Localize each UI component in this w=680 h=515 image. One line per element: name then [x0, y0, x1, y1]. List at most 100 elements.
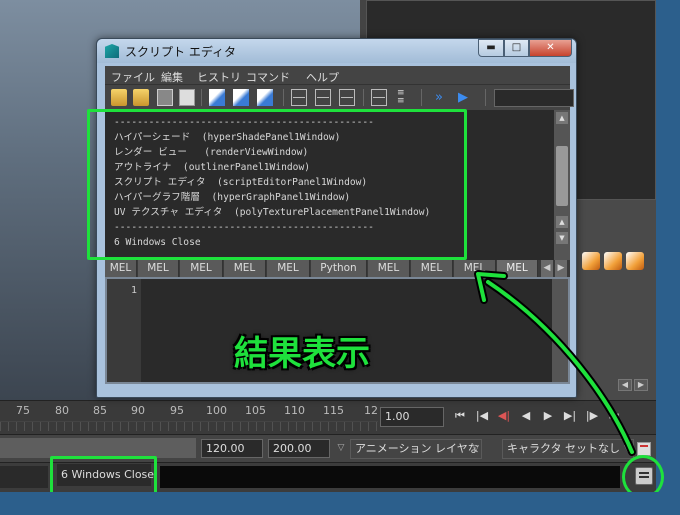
quick-help-field[interactable] [494, 89, 574, 107]
shelf-icons [582, 252, 644, 270]
show-history-icon[interactable] [291, 89, 307, 106]
shelf-tool-icon[interactable] [626, 252, 644, 270]
scroll-up-icon[interactable]: ▲ [556, 112, 568, 124]
step-back-frame-icon[interactable]: ◀| [496, 408, 512, 424]
menu-history[interactable]: ヒストリ [197, 69, 241, 85]
open-script-icon[interactable] [111, 89, 127, 106]
clear-history-icon[interactable] [209, 89, 225, 106]
toolbar-divider [421, 89, 422, 106]
save-script-shelf-icon[interactable] [179, 89, 195, 106]
timeline-tick: 105 [245, 404, 266, 417]
scroll-left-button[interactable]: ◀ [618, 379, 632, 391]
toolbar-divider [283, 89, 284, 106]
command-feedback [160, 466, 620, 488]
timeline-tick: 12 [364, 404, 378, 417]
timeline-tick: 75 [16, 404, 30, 417]
script-tab-bar: MEL MEL MEL MEL MEL Python MEL MEL MEL M… [105, 260, 570, 277]
show-input-icon[interactable] [315, 89, 331, 106]
menu-bar: ファイル 編集 ヒストリ コマンド ヘルプ [105, 66, 570, 84]
go-to-start-icon[interactable]: ⏮ [452, 408, 468, 424]
character-set-value: キャラクタ セットなし [507, 442, 621, 455]
timeline-tick: 115 [323, 404, 344, 417]
result-highlight-box [50, 456, 157, 496]
source-script-icon[interactable] [133, 89, 149, 106]
anim-layer-dropdown[interactable]: アニメーション レイヤなし ▽ [350, 439, 482, 459]
tab-mel[interactable]: MEL [105, 260, 137, 277]
maya-app-icon [105, 44, 119, 58]
toolbar-divider [201, 89, 202, 106]
tab-scroll-left-icon[interactable]: ◀ [541, 260, 553, 277]
maximize-button[interactable]: □ [504, 39, 529, 57]
play-forwards-icon[interactable]: ▶ [540, 408, 556, 424]
time-ruler[interactable] [0, 421, 378, 431]
panel-scroll-buttons: ◀ ▶ [618, 379, 648, 391]
tab-mel[interactable]: MEL [138, 260, 179, 277]
output-highlight-box [87, 109, 467, 260]
playback-controls: ⏮ |◀ ◀| ◀ ▶ ▶| |▶ ⏭ [452, 408, 622, 424]
menu-help[interactable]: ヘルプ [306, 69, 339, 85]
playback-end-field[interactable]: 120.00 [201, 439, 263, 458]
show-both-icon[interactable] [339, 89, 355, 106]
shelf-tool-icon[interactable] [604, 252, 622, 270]
timeline-tick: 80 [55, 404, 69, 417]
tab-python[interactable]: Python [311, 260, 367, 277]
current-frame-field[interactable]: 1.00 [380, 407, 444, 427]
minimize-button[interactable]: ▬ [478, 39, 504, 57]
scroll-up-icon[interactable]: ▲ [556, 216, 568, 228]
character-set-dropdown[interactable]: キャラクタ セットなし ▽ [502, 439, 634, 459]
clear-all-icon[interactable] [257, 89, 273, 106]
tab-mel[interactable]: MEL [411, 260, 453, 277]
save-script-icon[interactable] [157, 89, 173, 106]
execute-icon[interactable]: ▶ [455, 89, 471, 106]
range-slider[interactable] [0, 438, 196, 458]
window-title: スクリプト エディタ [125, 45, 236, 59]
clear-input-icon[interactable] [233, 89, 249, 106]
timeline-tick: 110 [284, 404, 305, 417]
scroll-right-button[interactable]: ▶ [634, 379, 648, 391]
shelf-tool-icon[interactable] [582, 252, 600, 270]
step-back-key-icon[interactable]: |◀ [474, 408, 490, 424]
step-forward-key-icon[interactable]: |▶ [584, 408, 600, 424]
toolbar-divider [363, 89, 364, 106]
tab-mel[interactable]: MEL [180, 260, 223, 277]
chevron-down-icon[interactable]: ▽ [334, 439, 348, 458]
tab-scroll-right-icon[interactable]: ▶ [555, 260, 567, 277]
preferences-icon[interactable] [637, 442, 651, 456]
animation-end-field[interactable]: 200.00 [268, 439, 330, 458]
toolbar-divider [485, 89, 486, 106]
title-bar[interactable]: スクリプト エディタ ▬ □ ✕ [97, 39, 576, 63]
play-backwards-icon[interactable]: ◀ [518, 408, 534, 424]
timeline-tick: 100 [206, 404, 227, 417]
toolbar: ≡ ≡ » ▶ [105, 84, 574, 110]
step-forward-frame-icon[interactable]: ▶| [562, 408, 578, 424]
line-numbers-icon[interactable]: ≡ ≡ [397, 89, 413, 106]
tab-mel[interactable]: MEL [454, 260, 496, 277]
anim-layer-value: アニメーション レイヤなし [355, 442, 482, 455]
timeline-tick: 85 [93, 404, 107, 417]
execute-all-icon[interactable]: » [431, 89, 447, 106]
tab-mel-active[interactable]: MEL [497, 260, 538, 277]
input-scrollbar[interactable] [552, 279, 568, 382]
menu-edit[interactable]: 編集 [161, 69, 183, 85]
history-scrollbar[interactable]: ▲ ▲ ▼ [554, 110, 570, 260]
go-to-end-icon[interactable]: ⏭ [606, 408, 622, 424]
timeline-tick: 90 [131, 404, 145, 417]
echo-commands-icon[interactable] [371, 89, 387, 106]
menu-command[interactable]: コマンド [246, 69, 290, 85]
window-controls: ▬ □ ✕ [478, 39, 572, 57]
close-button[interactable]: ✕ [529, 39, 572, 57]
timeline-tick: 95 [170, 404, 184, 417]
chevron-down-icon: ▽ [624, 444, 631, 454]
chevron-down-icon: ▽ [472, 444, 479, 454]
tab-mel[interactable]: MEL [368, 260, 410, 277]
desktop-edge [656, 0, 680, 515]
tab-mel[interactable]: MEL [267, 260, 310, 277]
command-input[interactable] [0, 466, 48, 488]
scroll-down-icon[interactable]: ▼ [556, 232, 568, 244]
menu-file[interactable]: ファイル [111, 69, 155, 85]
line-number: 1 [130, 285, 137, 296]
desktop-bottom-edge [0, 492, 680, 515]
tab-mel[interactable]: MEL [224, 260, 266, 277]
line-number-gutter: 1 [107, 279, 141, 382]
scroll-thumb[interactable] [556, 146, 568, 206]
